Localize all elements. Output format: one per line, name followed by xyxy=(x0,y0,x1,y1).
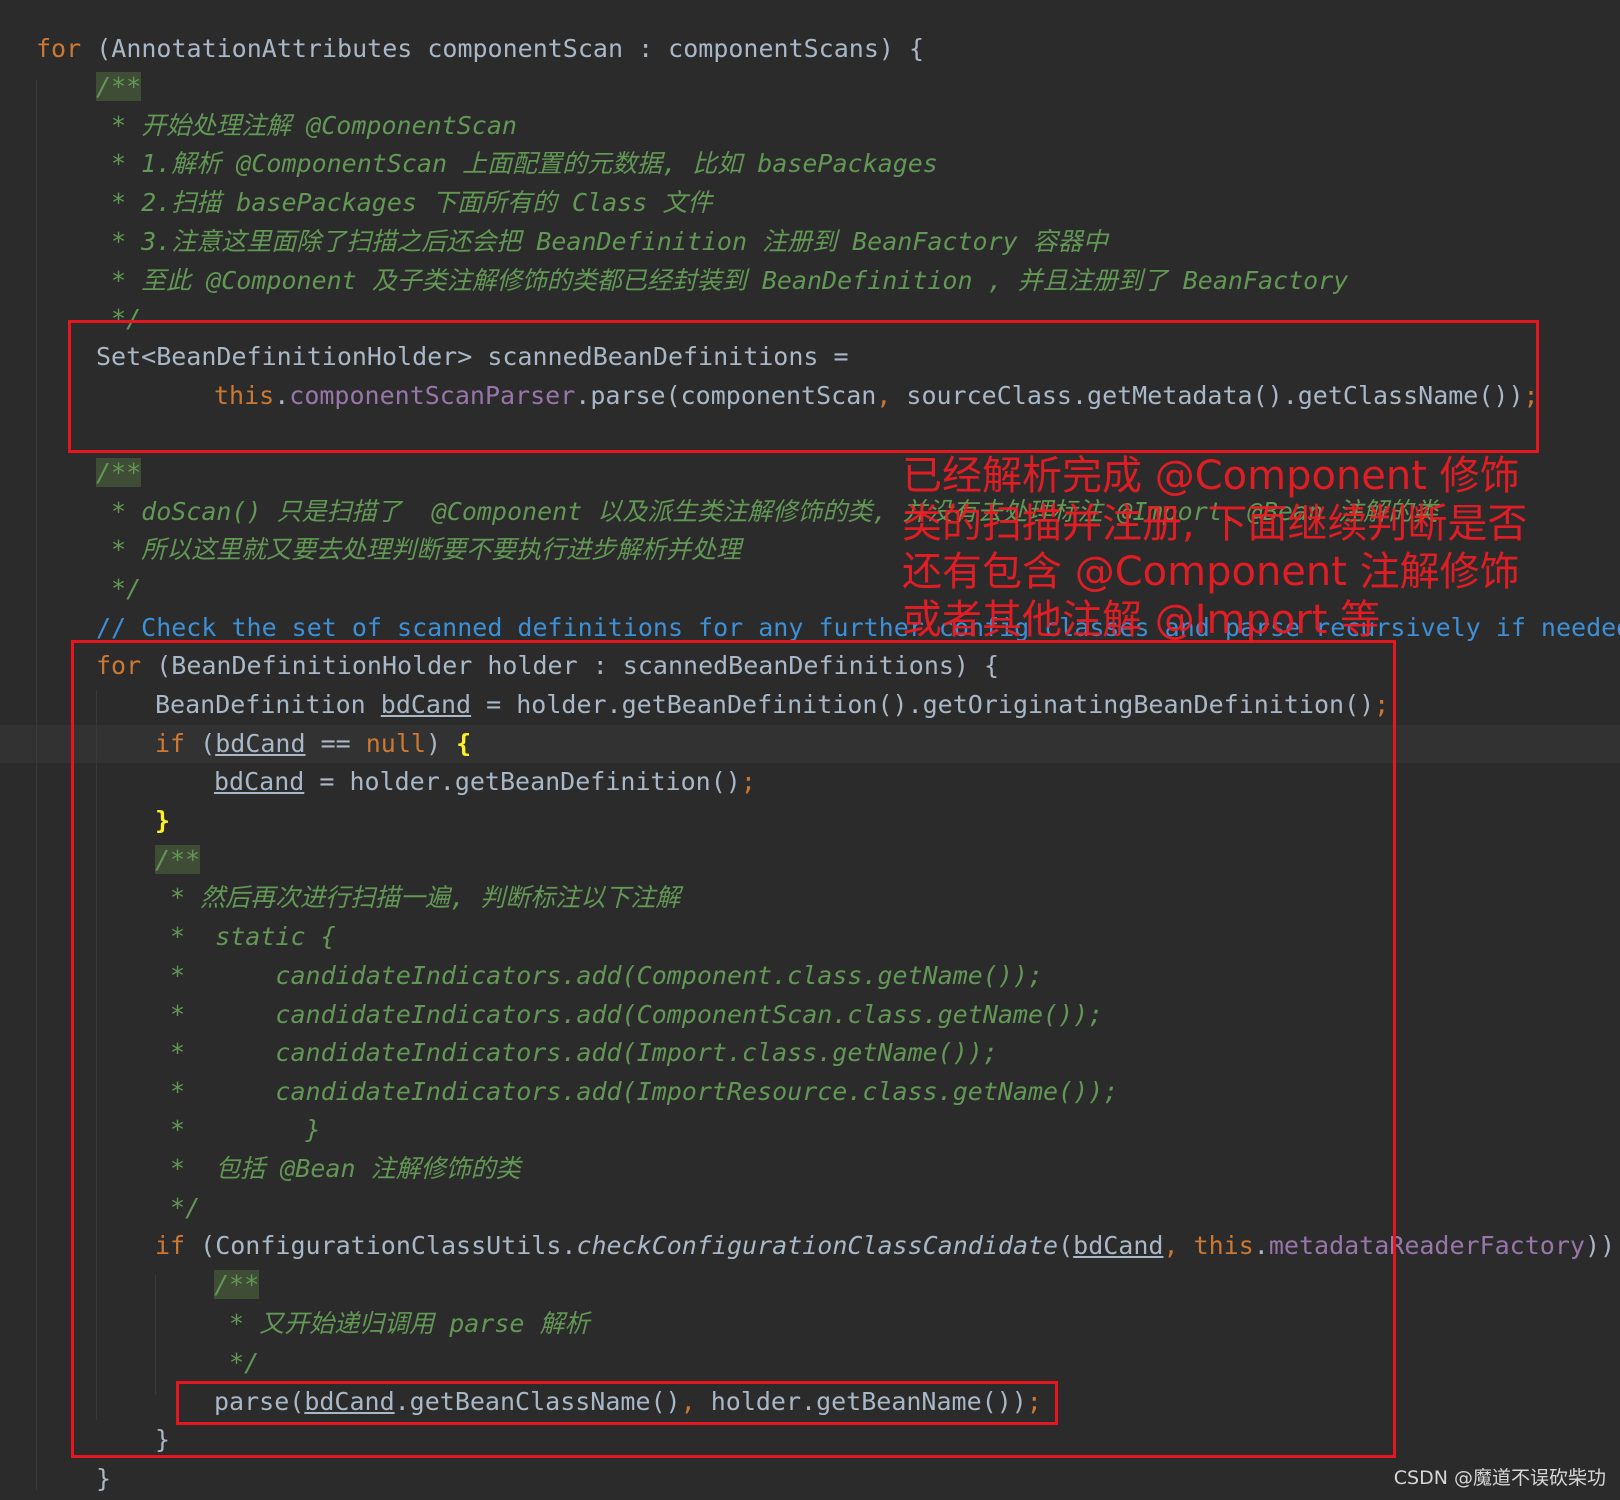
code-line[interactable]: for (AnnotationAttributes componentScan … xyxy=(36,30,924,68)
highlight-box-loop xyxy=(71,640,1396,1458)
code-token: * 2.扫描 basePackages 下面所有的 Class 文件 xyxy=(96,188,713,217)
code-token: * 3.注意这里面除了扫描之后还会把 BeanDefinition 注册到 Be… xyxy=(96,227,1108,256)
code-line[interactable]: */ xyxy=(96,570,141,608)
annotation-note: 已经解析完成 @Component 修饰类的扫描并注册, 下面继续判断是否还有包… xyxy=(902,453,1528,643)
code-line[interactable]: * 所以这里就又要去处理判断要不要执行进步解析并处理 xyxy=(96,531,741,569)
code-token: * 开始处理注解 @ComponentScan xyxy=(96,111,517,140)
code-token: * 至此 @Component 及子类注解修饰的类都已经封装到 BeanDefi… xyxy=(96,266,1349,295)
code-token: } xyxy=(96,1464,112,1493)
code-line[interactable]: } xyxy=(96,1460,111,1498)
code-token: /** xyxy=(96,458,142,487)
code-line[interactable]: * 至此 @Component 及子类注解修饰的类都已经封装到 BeanDefi… xyxy=(96,262,1348,300)
code-line[interactable]: * 1.解析 @ComponentScan 上面配置的元数据, 比如 baseP… xyxy=(96,145,938,183)
code-token: )) { xyxy=(1584,1231,1616,1260)
code-token: * 1.解析 @ComponentScan 上面配置的元数据, 比如 baseP… xyxy=(96,149,938,178)
code-line[interactable]: /** xyxy=(96,68,142,106)
code-token: for xyxy=(36,34,97,63)
code-editor[interactable]: for (AnnotationAttributes componentScan … xyxy=(0,0,1620,1500)
code-token: * 所以这里就又要去处理判断要不要执行进步解析并处理 xyxy=(96,535,742,564)
code-token: */ xyxy=(96,574,142,603)
code-token: /** xyxy=(96,72,142,101)
indent-guide xyxy=(36,80,37,1490)
code-line[interactable]: * 开始处理注解 @ComponentScan xyxy=(96,107,517,145)
code-line[interactable]: * 2.扫描 basePackages 下面所有的 Class 文件 xyxy=(96,184,712,222)
code-line[interactable]: /** xyxy=(96,454,142,492)
code-token: (AnnotationAttributes componentScan : co… xyxy=(96,34,925,63)
highlight-box-scan xyxy=(68,320,1539,453)
watermark: CSDN @魔道不误砍柴功 xyxy=(1393,1467,1606,1489)
highlight-box-parse xyxy=(176,1381,1058,1425)
code-line[interactable]: * 3.注意这里面除了扫描之后还会把 BeanDefinition 注册到 Be… xyxy=(96,223,1108,261)
